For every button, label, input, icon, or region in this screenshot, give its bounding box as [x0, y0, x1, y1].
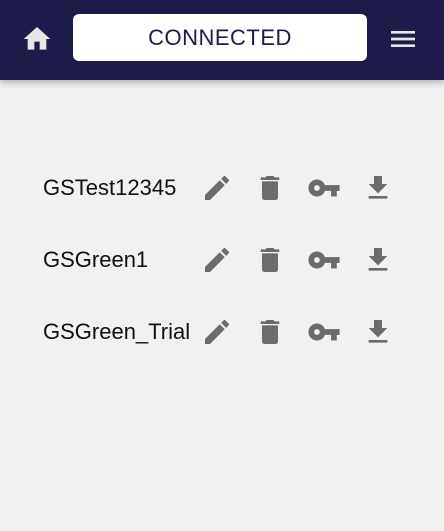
delete-button[interactable] — [253, 315, 287, 349]
hamburger-menu-icon — [391, 31, 415, 47]
key-button[interactable] — [307, 171, 341, 205]
delete-button[interactable] — [253, 171, 287, 205]
edit-icon — [205, 175, 230, 200]
edit-button[interactable] — [200, 243, 234, 277]
delete-icon — [260, 320, 280, 344]
download-button[interactable] — [361, 243, 395, 277]
download-icon — [368, 248, 388, 271]
edit-button[interactable] — [200, 315, 234, 349]
edit-icon — [205, 247, 230, 272]
home-button[interactable] — [18, 20, 56, 58]
connection-status-button[interactable]: CONNECTED — [73, 14, 367, 61]
key-icon — [308, 251, 340, 269]
app-bar: CONNECTED — [0, 0, 444, 80]
key-icon — [308, 179, 340, 197]
item-name: GSGreen1 — [43, 247, 149, 272]
delete-icon — [260, 248, 280, 272]
item-name: GSTest12345 — [43, 175, 177, 200]
list-item: GSGreen1 — [0, 224, 444, 296]
key-icon — [308, 323, 340, 341]
device-list: GSTest12345 GSGreen1 GSGreen_Trial — [0, 152, 444, 368]
connection-status-label: CONNECTED — [148, 24, 292, 50]
download-icon — [368, 176, 388, 199]
edit-icon — [205, 319, 230, 344]
key-button[interactable] — [307, 315, 341, 349]
delete-icon — [260, 176, 280, 200]
home-icon — [23, 27, 51, 50]
list-item: GSTest12345 — [0, 152, 444, 224]
download-icon — [368, 320, 388, 343]
key-button[interactable] — [307, 243, 341, 277]
download-button[interactable] — [361, 171, 395, 205]
edit-button[interactable] — [200, 171, 234, 205]
item-name: GSGreen_Trial — [43, 319, 191, 344]
list-item: GSGreen_Trial — [0, 296, 444, 368]
download-button[interactable] — [361, 315, 395, 349]
menu-button[interactable] — [384, 20, 422, 58]
delete-button[interactable] — [253, 243, 287, 277]
